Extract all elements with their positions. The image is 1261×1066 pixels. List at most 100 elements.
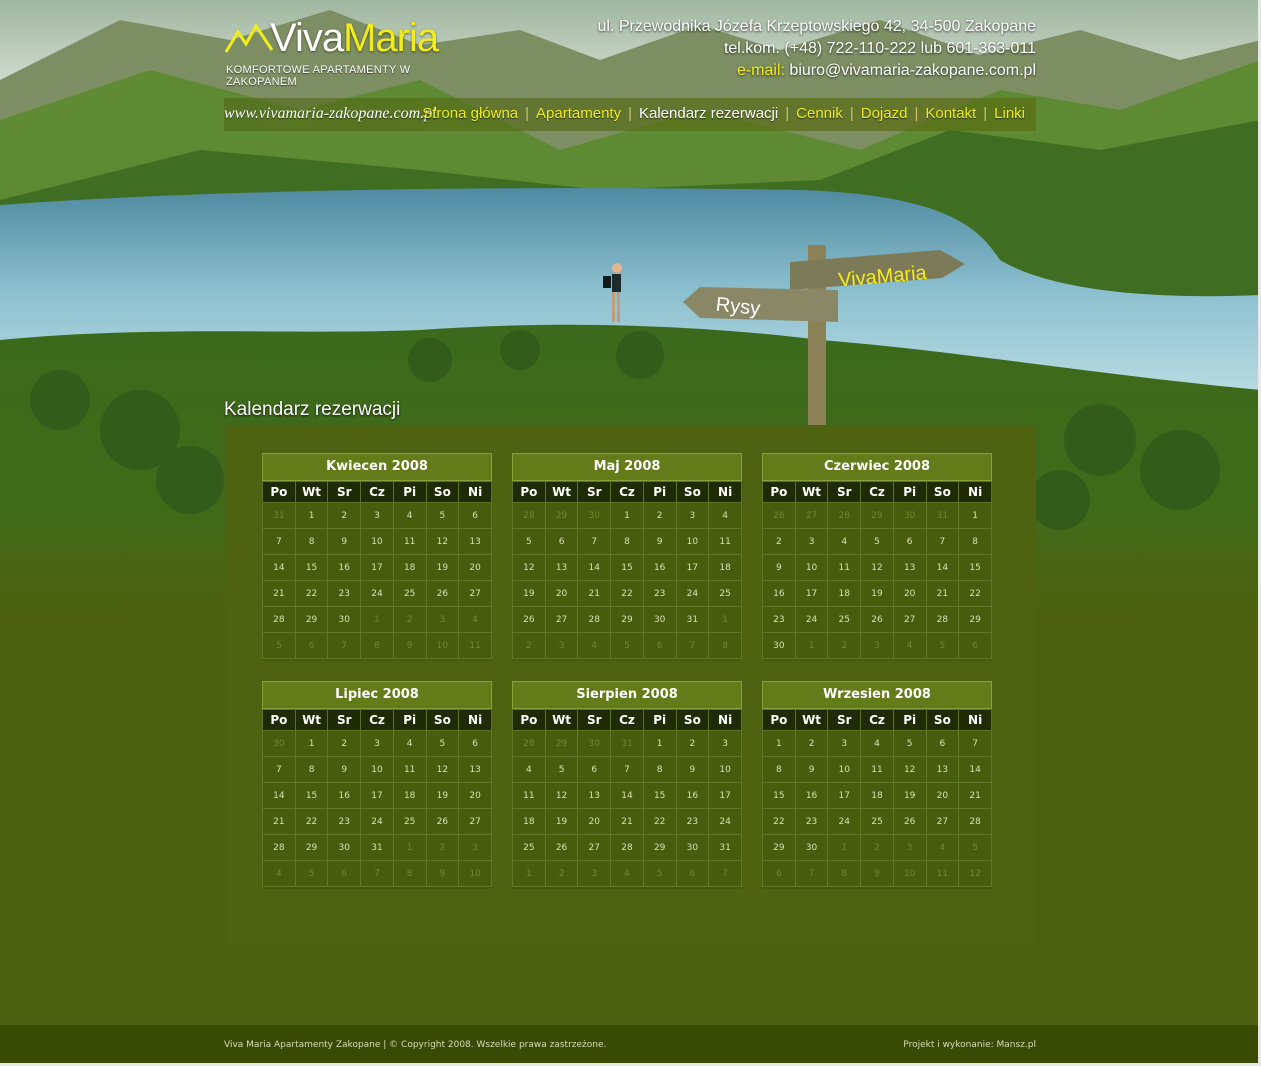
day-cell[interactable]: 23 [675, 808, 710, 835]
day-cell[interactable]: 13 [577, 782, 612, 809]
day-cell[interactable]: 2 [675, 730, 710, 757]
day-cell[interactable]: 24 [794, 606, 829, 633]
day-cell[interactable]: 19 [860, 580, 894, 607]
day-cell[interactable]: 11 [392, 756, 427, 783]
day-cell[interactable]: 30 [327, 834, 362, 861]
day-cell[interactable]: 27 [544, 606, 579, 633]
day-cell[interactable]: 31 [360, 834, 394, 861]
day-cell[interactable]: 11 [860, 756, 894, 783]
day-cell[interactable]: 13 [892, 554, 927, 581]
day-cell[interactable]: 14 [262, 554, 296, 581]
day-cell[interactable]: 19 [544, 808, 579, 835]
day-cell[interactable]: 26 [892, 808, 927, 835]
day-cell[interactable]: 7 [958, 730, 992, 757]
day-cell[interactable]: 24 [708, 808, 742, 835]
site-logo[interactable]: VivaMaria KOMFORTOWE APARTAMENTY W ZAKOP… [224, 16, 474, 88]
day-cell[interactable]: 6 [892, 528, 927, 555]
day-cell[interactable]: 11 [708, 528, 742, 555]
day-cell[interactable]: 3 [360, 730, 394, 757]
day-cell[interactable]: 17 [360, 782, 394, 809]
day-cell[interactable]: 21 [958, 782, 992, 809]
day-cell[interactable]: 15 [958, 554, 992, 581]
day-cell[interactable]: 1 [762, 730, 796, 757]
day-cell[interactable]: 26 [512, 606, 546, 633]
day-cell[interactable]: 1 [958, 502, 992, 529]
day-cell[interactable]: 7 [925, 528, 960, 555]
day-cell[interactable]: 14 [577, 554, 612, 581]
day-cell[interactable]: 19 [892, 782, 927, 809]
day-cell[interactable]: 21 [262, 808, 296, 835]
day-cell[interactable]: 7 [577, 528, 612, 555]
day-cell[interactable]: 18 [392, 782, 427, 809]
day-cell[interactable]: 27 [892, 606, 927, 633]
day-cell[interactable]: 12 [425, 528, 460, 555]
day-cell[interactable]: 6 [577, 756, 612, 783]
day-cell[interactable]: 13 [458, 528, 492, 555]
day-cell[interactable]: 4 [827, 528, 862, 555]
day-cell[interactable]: 10 [675, 528, 710, 555]
day-cell[interactable]: 25 [512, 834, 546, 861]
day-cell[interactable]: 18 [827, 580, 862, 607]
day-cell[interactable]: 21 [262, 580, 296, 607]
day-cell[interactable]: 23 [327, 580, 362, 607]
day-cell[interactable]: 2 [642, 502, 677, 529]
day-cell[interactable]: 19 [425, 554, 460, 581]
day-cell[interactable]: 23 [327, 808, 362, 835]
day-cell[interactable]: 18 [392, 554, 427, 581]
day-cell[interactable]: 12 [512, 554, 546, 581]
day-cell[interactable]: 30 [794, 834, 829, 861]
day-cell[interactable]: 31 [708, 834, 742, 861]
day-cell[interactable]: 24 [675, 580, 710, 607]
day-cell[interactable]: 13 [458, 756, 492, 783]
day-cell[interactable]: 28 [958, 808, 992, 835]
day-cell[interactable]: 3 [708, 730, 742, 757]
day-cell[interactable]: 19 [512, 580, 546, 607]
day-cell[interactable]: 16 [762, 580, 796, 607]
nav-item-2[interactable]: Kalendarz rezerwacji [632, 105, 785, 122]
day-cell[interactable]: 4 [392, 502, 427, 529]
day-cell[interactable]: 28 [262, 834, 296, 861]
day-cell[interactable]: 5 [892, 730, 927, 757]
day-cell[interactable]: 15 [294, 554, 329, 581]
day-cell[interactable]: 5 [512, 528, 546, 555]
nav-item-1[interactable]: Apartamenty [529, 105, 628, 122]
day-cell[interactable]: 2 [762, 528, 796, 555]
day-cell[interactable]: 15 [762, 782, 796, 809]
day-cell[interactable]: 13 [544, 554, 579, 581]
day-cell[interactable]: 24 [827, 808, 862, 835]
day-cell[interactable]: 16 [327, 554, 362, 581]
day-cell[interactable]: 14 [958, 756, 992, 783]
day-cell[interactable]: 25 [860, 808, 894, 835]
day-cell[interactable]: 17 [794, 580, 829, 607]
day-cell[interactable]: 19 [425, 782, 460, 809]
day-cell[interactable]: 22 [294, 580, 329, 607]
day-cell[interactable]: 9 [327, 528, 362, 555]
day-cell[interactable]: 14 [262, 782, 296, 809]
day-cell[interactable]: 2 [327, 730, 362, 757]
day-cell[interactable]: 27 [925, 808, 960, 835]
day-cell[interactable]: 23 [762, 606, 796, 633]
day-cell[interactable]: 29 [294, 834, 329, 861]
day-cell[interactable]: 16 [794, 782, 829, 809]
day-cell[interactable]: 23 [794, 808, 829, 835]
day-cell[interactable]: 7 [262, 756, 296, 783]
day-cell[interactable]: 20 [458, 782, 492, 809]
day-cell[interactable]: 26 [425, 808, 460, 835]
day-cell[interactable]: 28 [925, 606, 960, 633]
contact-email-link[interactable]: biuro@vivamaria-zakopane.com.pl [789, 62, 1036, 79]
day-cell[interactable]: 8 [294, 528, 329, 555]
day-cell[interactable]: 1 [294, 502, 329, 529]
day-cell[interactable]: 25 [827, 606, 862, 633]
day-cell[interactable]: 4 [860, 730, 894, 757]
day-cell[interactable]: 26 [544, 834, 579, 861]
day-cell[interactable]: 18 [512, 808, 546, 835]
day-cell[interactable]: 30 [327, 606, 362, 633]
day-cell[interactable]: 30 [675, 834, 710, 861]
day-cell[interactable]: 12 [544, 782, 579, 809]
day-cell[interactable]: 24 [360, 808, 394, 835]
nav-item-3[interactable]: Cennik [789, 105, 850, 122]
day-cell[interactable]: 20 [544, 580, 579, 607]
day-cell[interactable]: 22 [642, 808, 677, 835]
day-cell[interactable]: 28 [262, 606, 296, 633]
day-cell[interactable]: 1 [642, 730, 677, 757]
